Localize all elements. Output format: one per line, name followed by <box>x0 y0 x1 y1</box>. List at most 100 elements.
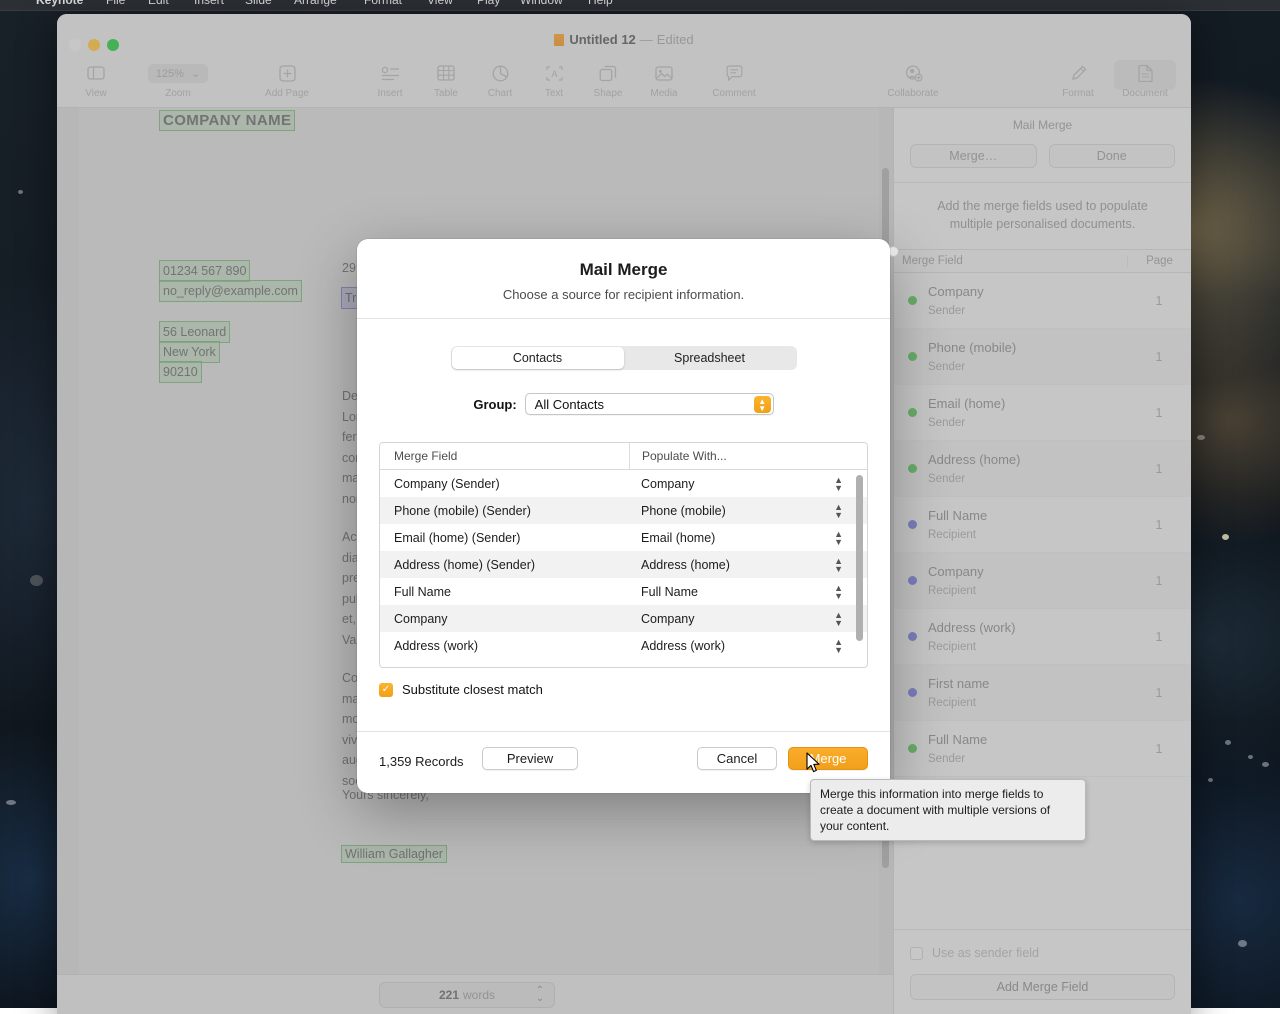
preview-button[interactable]: Preview <box>482 747 578 770</box>
macos-menu-bar[interactable]: Keynote File Edit Insert Slide Arrange F… <box>0 0 1280 11</box>
toolbar-document-button[interactable]: Document <box>1114 61 1176 99</box>
merge-button-tooltip: Merge this information into merge fields… <box>810 779 1086 841</box>
chevron-up-down-icon[interactable]: ▲▼ <box>834 584 843 600</box>
toolbar-add-page-button[interactable]: Add Page <box>237 61 337 99</box>
chevron-up-down-icon[interactable]: ▲▼ <box>754 396 771 413</box>
mapping-table-body[interactable]: Company (Sender)Company▲▼Phone (mobile) … <box>380 470 867 659</box>
document-title[interactable]: Untitled 12—Edited <box>57 32 1191 47</box>
chevron-up-down-icon[interactable]: ▲▼ <box>834 530 843 546</box>
toolbar-zoom-control[interactable]: 125% ⌄ Zoom <box>135 61 221 99</box>
merge-field-mapping-table[interactable]: Merge Field Populate With... Company (Se… <box>379 442 868 668</box>
stepper-icon[interactable]: ⌃⌄ <box>536 987 544 1003</box>
mapping-table-row[interactable]: Email (home) (Sender)Email (home)▲▼ <box>380 524 867 551</box>
merge-field-texts: Address (work)Recipient <box>928 619 1127 655</box>
mapping-populate-dropdown[interactable]: Company▲▼ <box>629 477 867 491</box>
substitute-closest-match-row[interactable]: ✓ Substitute closest match <box>379 682 543 697</box>
zoom-value-chip[interactable]: 125% ⌄ <box>135 61 221 85</box>
merge-field-texts: Full NameRecipient <box>928 507 1127 543</box>
toolbar-table-button[interactable]: Table <box>415 61 477 99</box>
menu-item-4[interactable]: Slide <box>245 0 272 7</box>
merge-field-page: 1 <box>1127 742 1191 756</box>
mapping-table-row[interactable]: Address (home) (Sender)Address (home)▲▼ <box>380 551 867 578</box>
text-icon: A <box>523 61 585 85</box>
toolbar-shape-button[interactable]: Shape <box>577 61 639 99</box>
chevron-up-down-icon[interactable]: ▲▼ <box>834 476 843 492</box>
toolbar-document-label: Document <box>1114 88 1176 99</box>
inspector-merge-field-row[interactable]: Address (work)Recipient1 <box>894 609 1191 665</box>
menu-item-7[interactable]: View <box>427 0 453 7</box>
checkbox-checked-icon[interactable]: ✓ <box>379 683 393 697</box>
use-as-sender-field-checkbox[interactable]: Use as sender field <box>910 946 1175 960</box>
merge-field-address-line-1[interactable]: 56 Leonard <box>160 322 229 342</box>
inspector-merge-field-row[interactable]: Phone (mobile)Sender1 <box>894 329 1191 385</box>
inspector-merge-field-list[interactable]: CompanySender1Phone (mobile)Sender1Email… <box>894 273 1191 777</box>
menu-item-5[interactable]: Arrange <box>294 0 337 7</box>
mapping-table-row[interactable]: Company (Sender)Company▲▼ <box>380 470 867 497</box>
group-selected-value: All Contacts <box>535 397 604 412</box>
inspector-merge-button[interactable]: Merge… <box>910 144 1037 168</box>
menu-item-0[interactable]: Keynote <box>36 0 83 7</box>
add-merge-field-button[interactable]: Add Merge Field <box>910 974 1175 1000</box>
mapping-table-row[interactable]: Address (work)Address (work)▲▼ <box>380 632 867 659</box>
toolbar-text-button[interactable]: A Text <box>523 61 585 99</box>
menu-item-6[interactable]: Format <box>364 0 402 7</box>
inspector-merge-field-row[interactable]: Address (home)Sender1 <box>894 441 1191 497</box>
inspector-merge-field-row[interactable]: Email (home)Sender1 <box>894 385 1191 441</box>
mapping-table-scrollbar[interactable] <box>856 475 863 641</box>
merge-field-address-line-3[interactable]: 90210 <box>160 362 201 382</box>
mapping-populate-dropdown[interactable]: Phone (mobile)▲▼ <box>629 504 867 518</box>
menu-item-9[interactable]: Window <box>520 0 563 7</box>
inspector-merge-field-row[interactable]: Full NameSender1 <box>894 721 1191 777</box>
merge-field-email[interactable]: no_reply@example.com <box>160 281 301 301</box>
mapping-populate-dropdown[interactable]: Address (home)▲▼ <box>629 558 867 572</box>
menu-item-2[interactable]: Edit <box>148 0 169 7</box>
merge-field-name: Address (work) <box>928 620 1015 635</box>
cancel-button[interactable]: Cancel <box>697 747 777 770</box>
merge-field-phone[interactable]: 01234 567 890 <box>160 261 249 281</box>
mapping-table-row[interactable]: CompanyCompany ▲▼ <box>380 605 867 632</box>
inspector-merge-field-row[interactable]: First nameRecipient1 <box>894 665 1191 721</box>
toolbar-format-button[interactable]: Format <box>1043 61 1113 99</box>
merge-field-address-line-2[interactable]: New York <box>160 342 219 362</box>
chevron-up-down-icon[interactable]: ▲▼ <box>834 638 843 654</box>
checkbox-icon[interactable] <box>910 947 923 960</box>
mapping-table-row[interactable]: Full NameFull Name▲▼ <box>380 578 867 605</box>
inspector-merge-field-row[interactable]: CompanyRecipient1 <box>894 553 1191 609</box>
tab-contacts[interactable]: Contacts <box>452 347 624 369</box>
merge-field-signature-name[interactable]: William Gallagher <box>342 846 446 862</box>
merge-field-company-name[interactable]: COMPANY NAME <box>160 111 294 130</box>
mapping-populate-dropdown[interactable]: Email (home)▲▼ <box>629 531 867 545</box>
merge-field-role-dot <box>908 408 917 417</box>
toolbar-chart-button[interactable]: Chart <box>469 61 531 99</box>
chevron-up-down-icon[interactable]: ▲▼ <box>834 557 843 573</box>
toolbar-comment-button[interactable]: Comment <box>693 61 775 99</box>
merge-field-page: 1 <box>1127 518 1191 532</box>
toolbar-collaborate-button[interactable]: Collaborate <box>863 61 963 99</box>
toolbar-media-button[interactable]: Media <box>633 61 695 99</box>
word-count-control[interactable]: 221 words ⌃⌄ <box>379 982 555 1008</box>
merge-button[interactable]: Merge <box>788 747 868 770</box>
inspector-done-button[interactable]: Done <box>1049 144 1176 168</box>
group-dropdown[interactable]: All Contacts ▲▼ <box>525 393 774 415</box>
merge-field-name: Company <box>928 284 984 299</box>
app-toolbar: View 125% ⌄ Zoom Add Page Insert <box>57 58 1191 108</box>
tab-spreadsheet[interactable]: Spreadsheet <box>624 347 796 369</box>
menu-item-1[interactable]: File <box>106 0 125 7</box>
toolbar-insert-button[interactable]: Insert <box>359 61 421 99</box>
inspector-merge-field-row[interactable]: CompanySender1 <box>894 273 1191 329</box>
menu-item-3[interactable]: Insert <box>194 0 224 7</box>
mapping-populate-dropdown[interactable]: Full Name▲▼ <box>629 585 867 599</box>
mapping-populate-dropdown[interactable]: Company ▲▼ <box>629 612 867 626</box>
menu-item-10[interactable]: Help <box>588 0 613 7</box>
chevron-up-down-icon[interactable]: ▲▼ <box>834 611 843 627</box>
mapping-populate-dropdown[interactable]: Address (work)▲▼ <box>629 639 867 653</box>
inspector-merge-field-row[interactable]: Full NameRecipient1 <box>894 497 1191 553</box>
mapping-table-row[interactable]: Phone (mobile) (Sender)Phone (mobile)▲▼ <box>380 497 867 524</box>
merge-field-role-dot <box>908 632 917 641</box>
source-segmented-control[interactable]: Contacts Spreadsheet <box>451 346 797 370</box>
mapping-populate-value: Company <box>641 612 695 626</box>
menu-item-8[interactable]: Play <box>477 0 500 7</box>
chevron-up-down-icon[interactable]: ▲▼ <box>834 503 843 519</box>
toolbar-format-label: Format <box>1043 88 1113 99</box>
toolbar-view-button[interactable]: View <box>68 61 124 99</box>
